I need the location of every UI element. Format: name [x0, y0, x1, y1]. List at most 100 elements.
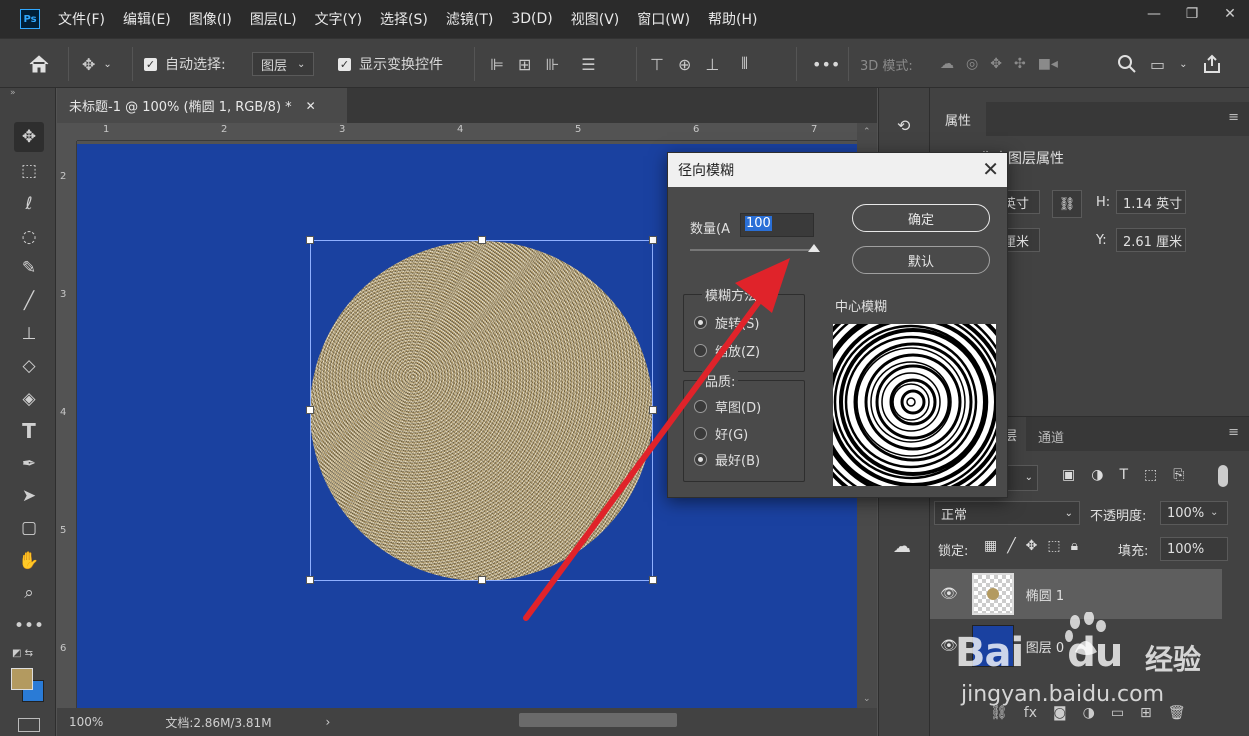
add-mask-icon[interactable]: ◙	[1053, 705, 1067, 721]
transform-handle[interactable]	[478, 236, 486, 244]
lasso-tool-icon[interactable]: ℓ	[14, 189, 44, 219]
ok-button[interactable]: 确定	[852, 204, 990, 232]
foreground-color-swatch[interactable]	[11, 668, 33, 690]
transform-handle[interactable]	[306, 406, 314, 414]
menu-type[interactable]: 文字(Y)	[315, 9, 362, 29]
default-colors-icon[interactable]: ◩ ⇆	[12, 648, 33, 659]
share-icon[interactable]	[1202, 54, 1222, 74]
fx-icon[interactable]: fx	[1024, 705, 1037, 721]
menu-file[interactable]: 文件(F)	[58, 9, 105, 29]
vertical-ruler[interactable]: 2 3 4 5 6	[57, 141, 77, 711]
distribute-icon[interactable]: ☰	[581, 55, 595, 74]
blend-mode-dropdown[interactable]: 正常 ⌄	[934, 501, 1080, 525]
height-field[interactable]: 1.14 英寸	[1116, 190, 1186, 214]
new-group-icon[interactable]: ▭	[1111, 705, 1124, 721]
smart-object-filter-icon[interactable]: ⎘	[1173, 467, 1184, 483]
auto-select-checkbox[interactable]: ✓ 自动选择:	[144, 39, 226, 89]
layer-row-ellipse[interactable]: 👁︎ 椭圆 1	[930, 569, 1222, 619]
panel-menu-icon[interactable]: ≡	[1228, 110, 1239, 125]
dialog-close-icon[interactable]: ✕	[982, 157, 999, 181]
method-zoom-radio[interactable]: 缩放(Z)	[694, 341, 760, 360]
move-tool-icon[interactable]: ✥ ⌄	[82, 39, 112, 89]
quick-select-tool-icon[interactable]: ◌	[14, 222, 44, 252]
filter-toggle[interactable]	[1218, 465, 1228, 487]
zoom-tool-icon[interactable]: ⌕	[14, 578, 44, 608]
default-button[interactable]: 默认	[852, 246, 990, 274]
transform-handle[interactable]	[306, 236, 314, 244]
blur-center-preview[interactable]	[833, 324, 996, 486]
type-filter-icon[interactable]: T	[1119, 467, 1128, 483]
brush-tool-icon[interactable]: ╱	[14, 286, 44, 316]
show-transform-checkbox[interactable]: ✓ 显示变换控件	[338, 39, 443, 89]
menu-select[interactable]: 选择(S)	[380, 9, 428, 29]
transform-bounding-box[interactable]	[310, 240, 653, 581]
amount-input[interactable]: 100	[740, 213, 814, 237]
lock-transparent-icon[interactable]: ▦	[984, 538, 997, 554]
link-dimensions-icon[interactable]: ⛓	[1052, 190, 1082, 218]
search-icon[interactable]	[1118, 55, 1136, 73]
new-layer-icon[interactable]: ⊞	[1140, 705, 1152, 721]
visibility-eye-icon[interactable]: 👁︎	[940, 638, 958, 654]
minimize-button[interactable]: —	[1135, 0, 1173, 28]
visibility-eye-icon[interactable]: 👁︎	[940, 586, 958, 602]
menu-3d[interactable]: 3D(D)	[511, 11, 552, 27]
ruler-origin[interactable]	[57, 123, 77, 141]
image-filter-icon[interactable]: ▣	[1062, 467, 1075, 483]
transform-handle[interactable]	[306, 576, 314, 584]
menu-help[interactable]: 帮助(H)	[708, 9, 757, 29]
move-tool-icon[interactable]: ✥	[14, 122, 44, 152]
distribute-vertical-icon[interactable]: ⫴	[741, 54, 748, 74]
auto-select-dropdown[interactable]: 图层 ⌄	[252, 52, 315, 76]
link-layers-icon[interactable]: ⛓	[990, 705, 1008, 721]
horizontal-scrollbar[interactable]	[349, 708, 857, 736]
close-button[interactable]: ✕	[1211, 0, 1249, 28]
shape-tool-icon[interactable]: ▢	[14, 513, 44, 543]
lock-all-icon[interactable]: 🔒︎	[1071, 538, 1078, 554]
menu-window[interactable]: 窗口(W)	[637, 9, 690, 29]
home-icon[interactable]	[28, 39, 50, 89]
history-icon[interactable]: ⟲	[897, 116, 910, 135]
align-bottom-icon[interactable]: ⊥	[705, 55, 719, 74]
amount-slider-track[interactable]	[690, 249, 818, 251]
zoom-level[interactable]: 100%	[69, 715, 103, 729]
panel-menu-icon[interactable]: ≡	[1228, 425, 1239, 440]
quality-best-radio[interactable]: 最好(B)	[694, 450, 760, 469]
transform-handle[interactable]	[649, 406, 657, 414]
collapse-toolbar-icon[interactable]: »	[10, 88, 16, 98]
creative-cloud-icon[interactable]: ☁	[893, 536, 911, 557]
shape-filter-icon[interactable]: ⬚	[1144, 467, 1157, 483]
paint-bucket-tool-icon[interactable]: ◈	[14, 384, 44, 414]
quick-mask-icon[interactable]	[18, 718, 40, 732]
align-top-icon[interactable]: ⊤	[650, 55, 664, 74]
status-menu-arrow[interactable]: ›	[326, 715, 331, 729]
layer-filter-dropdown[interactable]: ⌄	[1004, 465, 1038, 491]
adjustment-layer-icon[interactable]: ◑	[1083, 705, 1095, 721]
align-middle-icon[interactable]: ⊕	[678, 55, 691, 74]
eraser-tool-icon[interactable]: ◇	[14, 351, 44, 381]
lock-artboard-icon[interactable]: ⬚	[1047, 538, 1060, 554]
eyedropper-tool-icon[interactable]: ✎	[14, 253, 44, 283]
close-tab-icon[interactable]: ✕	[306, 99, 316, 113]
menu-layer[interactable]: 图层(L)	[250, 9, 297, 29]
align-left-icon[interactable]: ⊫	[490, 55, 504, 74]
layer-row-layer0[interactable]: 👁︎ 图层 0	[930, 621, 1222, 671]
quality-good-radio[interactable]: 好(G)	[694, 424, 748, 443]
y-field[interactable]: 2.61 厘米	[1116, 228, 1186, 252]
menu-edit[interactable]: 编辑(E)	[123, 9, 171, 29]
transform-handle[interactable]	[478, 576, 486, 584]
delete-layer-icon[interactable]: 🗑︎	[1168, 705, 1186, 721]
tab-channels[interactable]: 通道	[1038, 427, 1064, 446]
horizontal-ruler[interactable]: 1 2 3 4 5 6 7	[77, 123, 857, 141]
layer-name[interactable]: 图层 0	[1026, 637, 1064, 656]
amount-slider-thumb[interactable]	[808, 244, 820, 252]
workspace-icon[interactable]: ▭	[1150, 55, 1165, 74]
document-tab[interactable]: 未标题-1 @ 100% (椭圆 1, RGB/8) * ✕	[57, 88, 347, 123]
hand-tool-icon[interactable]: ✋	[14, 546, 44, 576]
transform-handle[interactable]	[649, 236, 657, 244]
lock-position-icon[interactable]: ✥	[1026, 538, 1038, 554]
fill-field[interactable]: 100%	[1160, 537, 1228, 561]
menu-view[interactable]: 视图(V)	[571, 9, 620, 29]
quality-draft-radio[interactable]: 草图(D)	[694, 397, 761, 416]
layer-name[interactable]: 椭圆 1	[1026, 585, 1064, 604]
3d-pan-icon[interactable]: ✥	[990, 56, 1002, 72]
